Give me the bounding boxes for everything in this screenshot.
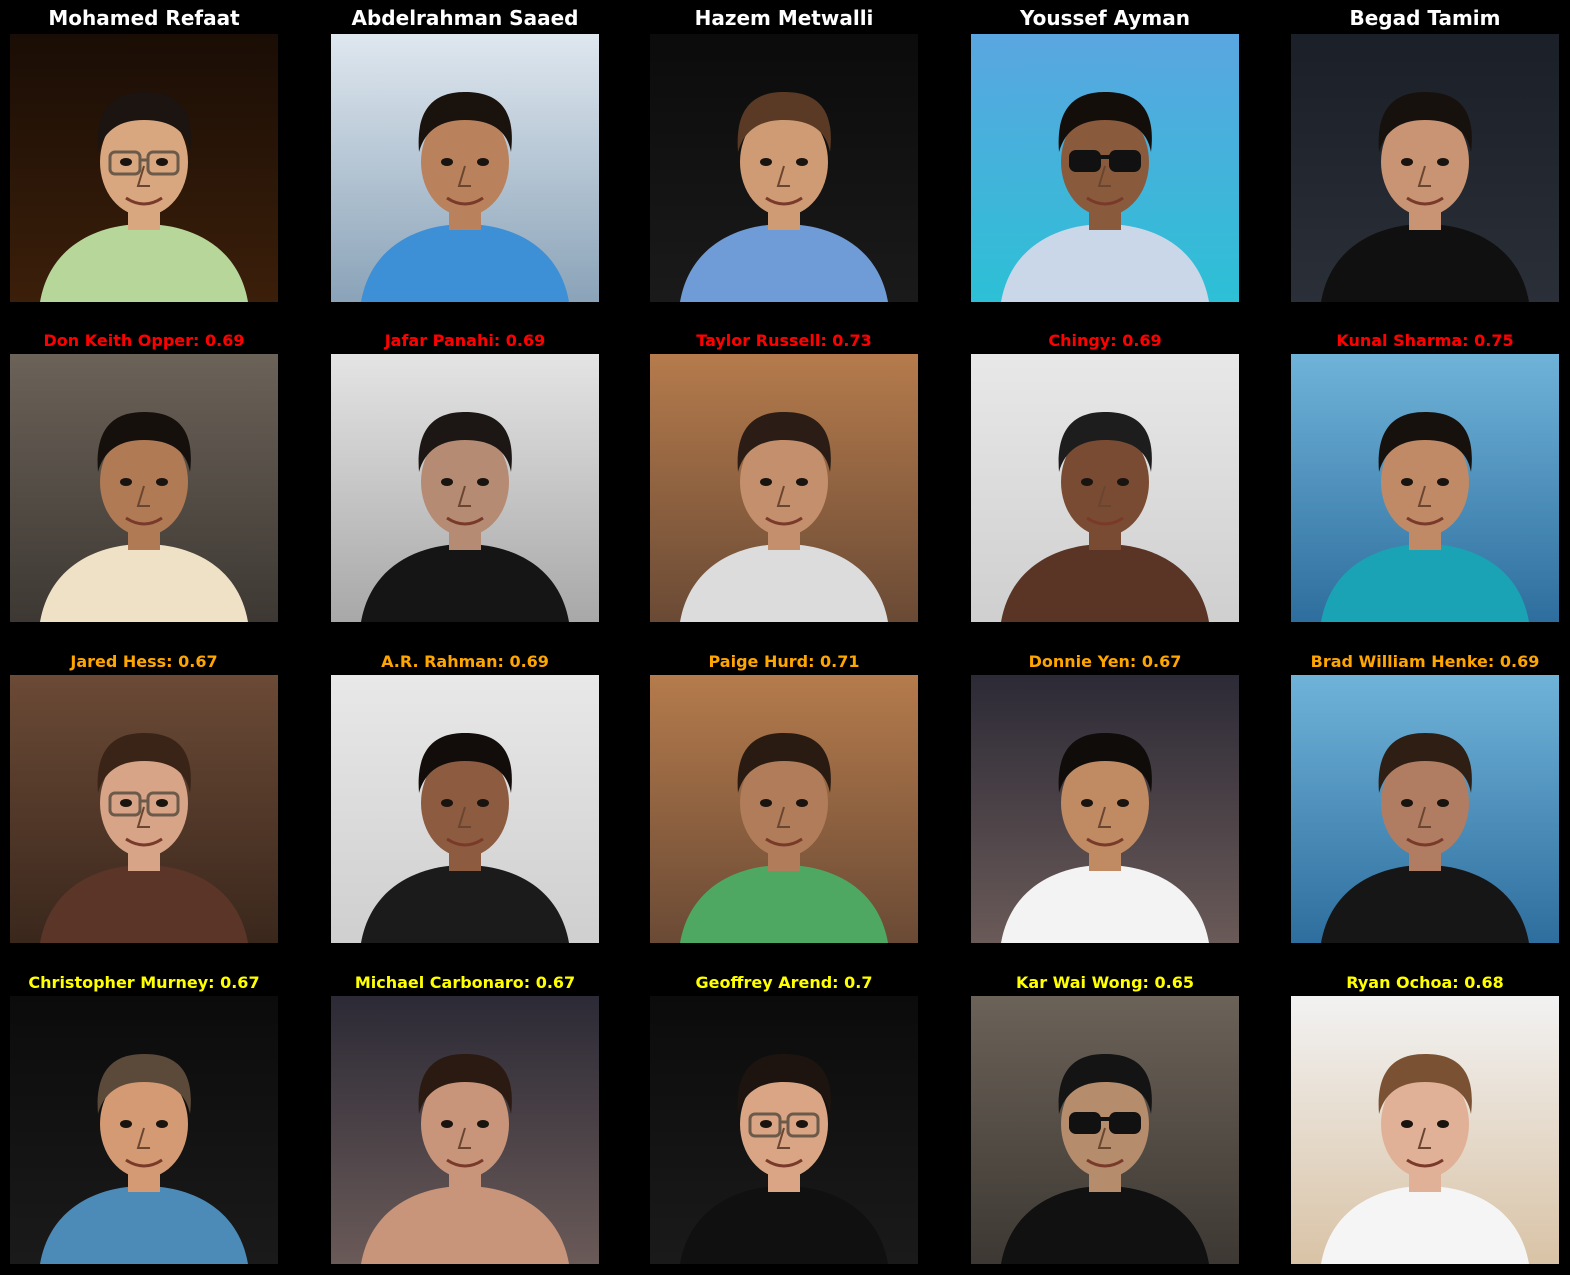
photo-frame <box>971 675 1239 943</box>
match-label: Ryan Ochoa: 0.68 <box>1346 973 1504 992</box>
face-photo <box>1291 675 1559 943</box>
photo-frame <box>10 675 278 943</box>
face-photo <box>10 354 278 622</box>
photo-frame <box>331 675 599 943</box>
match-cell: Kunal Sharma: 0.75 <box>1291 322 1559 622</box>
match-cell: Brad William Henke: 0.69 <box>1291 643 1559 943</box>
match-cell: Taylor Russell: 0.73 <box>650 322 918 622</box>
query-cell: Youssef Ayman <box>971 0 1239 302</box>
query-cell: Mohamed Refaat <box>10 0 278 302</box>
photo-frame <box>331 996 599 1264</box>
match-label: Christopher Murney: 0.67 <box>28 973 260 992</box>
query-name: Mohamed Refaat <box>48 6 240 30</box>
query-cell: Begad Tamim <box>1291 0 1559 302</box>
match-cell: Christopher Murney: 0.67 <box>10 964 278 1264</box>
face-photo <box>331 996 599 1264</box>
face-photo <box>650 34 918 302</box>
face-photo <box>971 354 1239 622</box>
match-label: Paige Hurd: 0.71 <box>708 652 860 671</box>
match-label: Michael Carbonaro: 0.67 <box>354 973 576 992</box>
match-label: Kar Wai Wong: 0.65 <box>1016 973 1194 992</box>
photo-frame <box>650 34 918 302</box>
photo-frame <box>10 34 278 302</box>
match-label: Chingy: 0.69 <box>1048 331 1162 350</box>
match-label: Donnie Yen: 0.67 <box>1028 652 1182 671</box>
match-cell: Ryan Ochoa: 0.68 <box>1291 964 1559 1264</box>
face-photo <box>1291 34 1559 302</box>
face-photo <box>331 675 599 943</box>
face-photo <box>1291 354 1559 622</box>
photo-frame <box>1291 34 1559 302</box>
photo-frame <box>971 34 1239 302</box>
face-photo <box>650 675 918 943</box>
match-label: Taylor Russell: 0.73 <box>696 331 872 350</box>
photo-frame <box>331 34 599 302</box>
face-photo <box>331 354 599 622</box>
match-cell: Don Keith Opper: 0.69 <box>10 322 278 622</box>
photo-frame <box>10 354 278 622</box>
photo-frame <box>10 996 278 1264</box>
photo-frame <box>1291 996 1559 1264</box>
match-label: Jafar Panahi: 0.69 <box>384 331 546 350</box>
match-cell: A.R. Rahman: 0.69 <box>331 643 599 943</box>
photo-frame <box>650 354 918 622</box>
query-cell: Abdelrahman Saaed <box>331 0 599 302</box>
photo-frame <box>971 996 1239 1264</box>
query-name: Begad Tamim <box>1349 6 1501 30</box>
photo-frame <box>331 354 599 622</box>
match-cell: Geoffrey Arend: 0.7 <box>650 964 918 1264</box>
match-label: Don Keith Opper: 0.69 <box>43 331 245 350</box>
face-photo <box>1291 996 1559 1264</box>
match-cell: Jared Hess: 0.67 <box>10 643 278 943</box>
match-label: Geoffrey Arend: 0.7 <box>695 973 873 992</box>
match-label: A.R. Rahman: 0.69 <box>381 652 549 671</box>
face-photo <box>971 34 1239 302</box>
face-photo <box>10 34 278 302</box>
face-photo <box>10 996 278 1264</box>
face-photo <box>971 675 1239 943</box>
match-cell: Michael Carbonaro: 0.67 <box>331 964 599 1264</box>
face-photo <box>971 996 1239 1264</box>
photo-frame <box>650 996 918 1264</box>
face-photo <box>10 675 278 943</box>
match-label: Brad William Henke: 0.69 <box>1310 652 1540 671</box>
match-cell: Chingy: 0.69 <box>971 322 1239 622</box>
photo-frame <box>1291 354 1559 622</box>
photo-frame <box>650 675 918 943</box>
match-cell: Donnie Yen: 0.67 <box>971 643 1239 943</box>
photo-frame <box>971 354 1239 622</box>
query-name: Hazem Metwalli <box>694 6 874 30</box>
photo-frame <box>1291 675 1559 943</box>
face-match-grid: Mohamed Refaat Abdelrahman Saaed Hazem M… <box>0 0 1570 1275</box>
query-name: Youssef Ayman <box>1019 6 1191 30</box>
face-photo <box>331 34 599 302</box>
query-cell: Hazem Metwalli <box>650 0 918 302</box>
match-label: Kunal Sharma: 0.75 <box>1336 331 1514 350</box>
match-cell: Kar Wai Wong: 0.65 <box>971 964 1239 1264</box>
match-cell: Paige Hurd: 0.71 <box>650 643 918 943</box>
face-photo <box>650 354 918 622</box>
match-label: Jared Hess: 0.67 <box>70 652 218 671</box>
face-photo <box>650 996 918 1264</box>
query-name: Abdelrahman Saaed <box>351 6 579 30</box>
match-cell: Jafar Panahi: 0.69 <box>331 322 599 622</box>
